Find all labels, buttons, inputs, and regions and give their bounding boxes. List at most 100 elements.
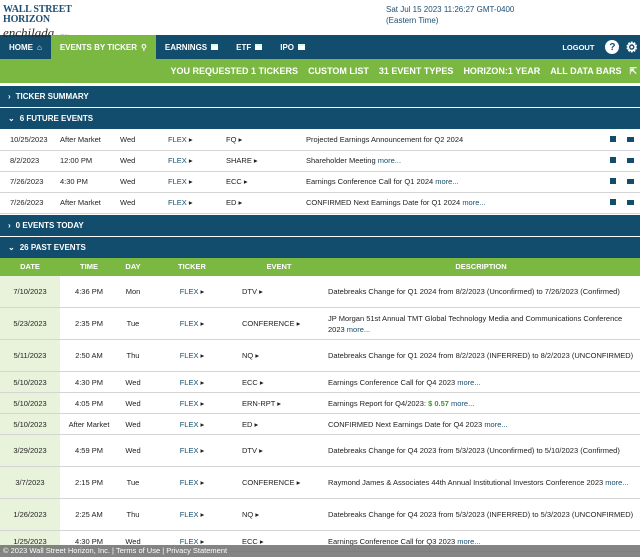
row-event[interactable]: ECC ▸ xyxy=(236,371,322,393)
calendar-cell[interactable] xyxy=(590,192,620,214)
nav-earnings[interactable]: EARNINGS xyxy=(156,35,227,59)
row-event[interactable]: ERN-RPT ▸ xyxy=(236,392,322,414)
calendar-icon[interactable] xyxy=(610,135,616,142)
data-bars-filter[interactable]: ALL DATA BARS xyxy=(545,66,626,76)
row-ticker[interactable]: FLEX ▸ xyxy=(148,434,236,467)
row-ticker[interactable]: FLEX ▸ xyxy=(148,275,236,308)
email-cell[interactable] xyxy=(620,129,640,151)
row-event[interactable]: ED ▸ xyxy=(226,192,306,214)
row-ticker[interactable]: FLEX ▸ xyxy=(168,192,226,214)
row-ticker[interactable]: FLEX ▸ xyxy=(148,466,236,499)
col-time[interactable]: TIME xyxy=(60,257,118,276)
wsh-logo[interactable]: WALL STREET HORIZON enchilada a TMX comp… xyxy=(0,0,110,40)
future-events-header[interactable]: ⌄ 6 FUTURE EVENTS xyxy=(0,108,640,129)
calendar-icon[interactable] xyxy=(610,199,616,205)
event-types[interactable]: 31 EVENT TYPES xyxy=(374,66,459,76)
nav-home[interactable]: HOME ⌂ xyxy=(0,35,51,59)
more-link[interactable]: more... xyxy=(451,399,474,408)
email-cell[interactable] xyxy=(620,192,640,214)
help-button[interactable]: ? xyxy=(603,35,625,59)
row-ticker[interactable]: FLEX ▸ xyxy=(168,171,226,193)
calendar-cell[interactable] xyxy=(590,129,620,151)
row-event[interactable]: DTV ▸ xyxy=(236,434,322,467)
ticker-link[interactable]: FLEX xyxy=(180,399,199,408)
row-ticker[interactable]: FLEX ▸ xyxy=(148,307,236,340)
calendar-icon[interactable] xyxy=(610,157,616,163)
ticker-link[interactable]: FLEX xyxy=(180,319,199,328)
row-ticker[interactable]: FLEX ▸ xyxy=(148,371,236,393)
past-events-header[interactable]: ⌄ 26 PAST EVENTS xyxy=(0,236,640,258)
col-day[interactable]: DAY xyxy=(118,257,148,276)
custom-list[interactable]: CUSTOM LIST xyxy=(303,66,374,76)
calendar-icon[interactable] xyxy=(610,178,616,184)
event-code: ERN-RPT xyxy=(242,398,276,408)
desc-text: Projected Earnings Announcement for Q2 2… xyxy=(306,134,464,144)
row-ticker[interactable]: FLEX ▸ xyxy=(168,150,226,172)
ticker-link[interactable]: FLEX xyxy=(168,156,187,165)
ticker-link[interactable]: FLEX xyxy=(180,351,199,360)
row-event[interactable]: CONFERENCE ▸ xyxy=(236,466,322,499)
more-link[interactable]: more... xyxy=(457,378,480,387)
row-ticker[interactable]: FLEX ▸ xyxy=(168,129,226,151)
today-events-header[interactable]: › 0 EVENTS TODAY xyxy=(0,214,640,236)
row-event[interactable]: NQ ▸ xyxy=(236,498,322,531)
past-events-table: DATE TIME DAY TICKER EVENT DESCRIPTION 7… xyxy=(0,257,640,552)
more-link[interactable]: more... xyxy=(378,156,401,165)
row-event[interactable]: ED ▸ xyxy=(236,413,322,435)
row-day: Wed xyxy=(120,192,168,214)
row-event[interactable]: SHARE ▸ xyxy=(226,150,306,172)
col-description[interactable]: DESCRIPTION xyxy=(322,257,640,276)
more-link[interactable]: more... xyxy=(462,198,485,207)
more-link[interactable]: more... xyxy=(605,478,628,487)
nav-events-by-ticker[interactable]: EVENTS BY TICKER ⚲ xyxy=(50,35,156,59)
horizon-filter[interactable]: HORIZON:1 YEAR xyxy=(458,66,545,76)
settings-button[interactable]: ⚙ xyxy=(625,35,640,59)
row-ticker[interactable]: FLEX ▸ xyxy=(148,392,236,414)
nav-etf[interactable]: ETF xyxy=(227,35,271,59)
calendar-cell[interactable] xyxy=(590,150,620,172)
row-ticker[interactable]: FLEX ▸ xyxy=(148,413,236,435)
row-ticker[interactable]: FLEX ▸ xyxy=(148,498,236,531)
ticker-link[interactable]: FLEX xyxy=(180,478,199,487)
email-icon[interactable] xyxy=(626,136,634,142)
ticker-link[interactable]: FLEX xyxy=(168,198,187,207)
caret-icon: ▸ xyxy=(294,478,301,487)
logout-button[interactable]: LOGOUT xyxy=(553,35,603,59)
row-event[interactable]: NQ ▸ xyxy=(236,339,322,372)
col-date[interactable]: DATE xyxy=(0,257,60,276)
row-event[interactable]: ECC ▸ xyxy=(226,171,306,193)
row-event[interactable]: FQ ▸ xyxy=(226,129,306,151)
row-day: Wed xyxy=(118,392,148,414)
ticker-link[interactable]: FLEX xyxy=(180,446,199,455)
ticker-link[interactable]: FLEX xyxy=(180,510,199,519)
ticker-link[interactable]: FLEX xyxy=(180,378,199,387)
more-link[interactable]: more... xyxy=(435,177,458,186)
row-time: 2:35 PM xyxy=(60,307,118,340)
calendar-cell[interactable] xyxy=(590,171,620,193)
col-ticker[interactable]: TICKER xyxy=(148,257,236,276)
ticker-link[interactable]: FLEX xyxy=(180,420,199,429)
email-icon[interactable] xyxy=(626,179,634,184)
row-description: Datebreaks Change for Q1 2024 from 8/2/2… xyxy=(322,275,640,308)
email-cell[interactable] xyxy=(620,150,640,172)
table-row: 3/7/2023 2:15 PM Tue FLEX ▸ CONFERENCE ▸ Raym… xyxy=(0,466,640,499)
more-link[interactable]: more... xyxy=(347,325,370,334)
row-event[interactable]: DTV ▸ xyxy=(236,275,322,308)
ticker-link[interactable]: FLEX xyxy=(168,177,187,186)
row-description: Datebreaks Change for Q4 2023 from 5/3/2… xyxy=(322,498,640,531)
email-icon[interactable] xyxy=(626,200,634,205)
ticker-summary-header[interactable]: › TICKER SUMMARY xyxy=(0,86,640,107)
row-ticker[interactable]: FLEX ▸ xyxy=(148,339,236,372)
requested-tickers[interactable]: YOU REQUESTED 1 TICKERS xyxy=(166,66,304,76)
export-icon[interactable]: ⇱ xyxy=(626,66,640,77)
nav-ipo[interactable]: IPO xyxy=(271,35,314,59)
event-code: DTV xyxy=(242,286,257,296)
email-icon[interactable] xyxy=(626,158,634,163)
ticker-link[interactable]: FLEX xyxy=(168,135,187,144)
more-link[interactable]: more... xyxy=(484,420,507,429)
ticker-link[interactable]: FLEX xyxy=(180,287,199,296)
row-event[interactable]: CONFERENCE ▸ xyxy=(236,307,322,340)
ticker-summary-label: TICKER SUMMARY xyxy=(15,92,89,101)
email-cell[interactable] xyxy=(620,171,640,193)
col-event[interactable]: EVENT xyxy=(236,257,322,276)
